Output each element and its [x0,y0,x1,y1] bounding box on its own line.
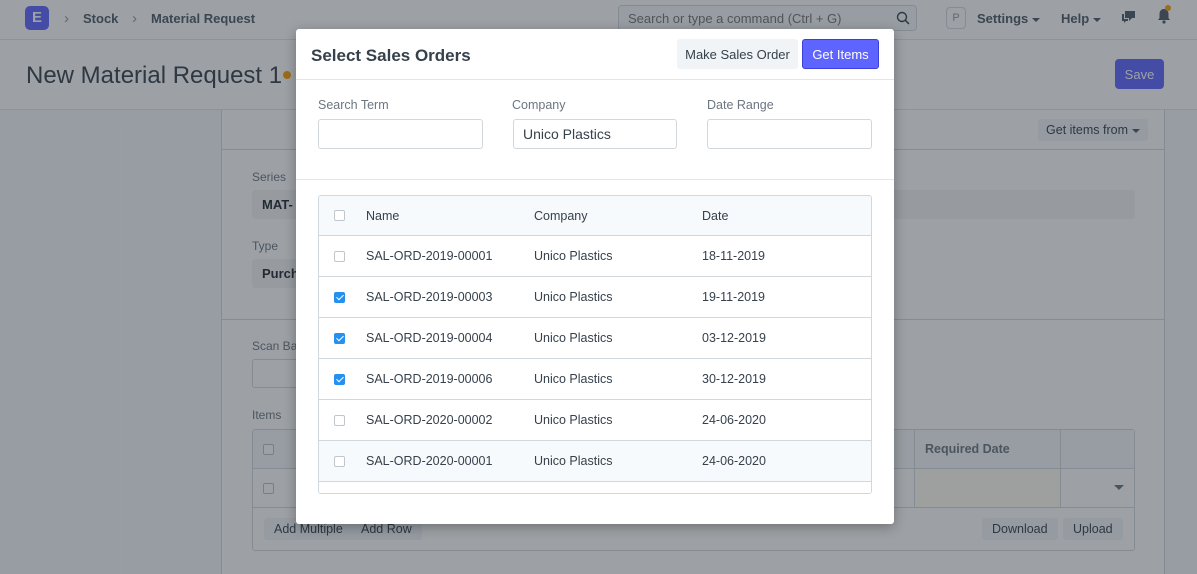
table-row[interactable]: SAL-ORD-2020-00001 Unico Plastics 24-06-… [319,441,871,482]
table-row[interactable]: SAL-ORD-2019-00004 Unico Plastics 03-12-… [319,318,871,359]
select-all-checkbox[interactable] [334,210,345,221]
select-sales-orders-dialog: Select Sales Orders Make Sales Order Get… [296,29,894,524]
modal-header: Select Sales Orders Make Sales Order Get… [296,29,894,80]
results-table: Name Company Date SAL-ORD-2019-00001 Uni… [318,195,872,494]
row-date: 19-11-2019 [702,290,766,304]
row-date: 24-06-2020 [702,413,766,427]
row-date: 03-12-2019 [702,331,766,345]
get-items-button[interactable]: Get Items [802,39,879,69]
row-name: SAL-ORD-2020-00002 [366,413,493,427]
row-date: 24-06-2020 [702,454,766,468]
column-header-company: Company [534,209,588,223]
table-row[interactable]: SAL-ORD-2019-00006 Unico Plastics 30-12-… [319,359,871,400]
row-date: 30-12-2019 [702,372,766,386]
search-term-input[interactable] [318,119,483,149]
modal-divider [296,179,894,180]
table-row[interactable]: SAL-ORD-2019-00001 Unico Plastics 18-11-… [319,236,871,277]
row-company: Unico Plastics [534,372,613,386]
date-range-label: Date Range [707,98,774,112]
row-checkbox[interactable] [334,456,345,467]
row-date: 18-11-2019 [702,249,766,263]
row-name: SAL-ORD-2019-00006 [366,372,493,386]
row-checkbox[interactable] [334,333,345,344]
row-company: Unico Plastics [534,290,613,304]
row-company: Unico Plastics [534,249,613,263]
row-checkbox[interactable] [334,251,345,262]
row-checkbox[interactable] [334,374,345,385]
row-company: Unico Plastics [534,454,613,468]
modal-title: Select Sales Orders [311,46,471,65]
row-checkbox[interactable] [334,292,345,303]
table-row[interactable]: SAL-ORD-2019-00003 Unico Plastics 19-11-… [319,277,871,318]
results-scroll-area[interactable] [319,482,871,493]
row-checkbox[interactable] [334,415,345,426]
row-company: Unico Plastics [534,413,613,427]
row-name: SAL-ORD-2020-00001 [366,454,493,468]
make-sales-order-button[interactable]: Make Sales Order [677,39,798,69]
search-term-label: Search Term [318,98,389,112]
row-company: Unico Plastics [534,331,613,345]
company-label: Company [512,98,566,112]
row-name: SAL-ORD-2019-00003 [366,290,493,304]
row-name: SAL-ORD-2019-00004 [366,331,493,345]
column-header-date: Date [702,209,729,223]
table-row[interactable]: SAL-ORD-2020-00002 Unico Plastics 24-06-… [319,400,871,441]
company-input[interactable] [513,119,677,149]
date-range-input[interactable] [707,119,872,149]
column-header-name: Name [366,209,400,223]
row-name: SAL-ORD-2019-00001 [366,249,493,263]
results-header: Name Company Date [319,196,871,236]
